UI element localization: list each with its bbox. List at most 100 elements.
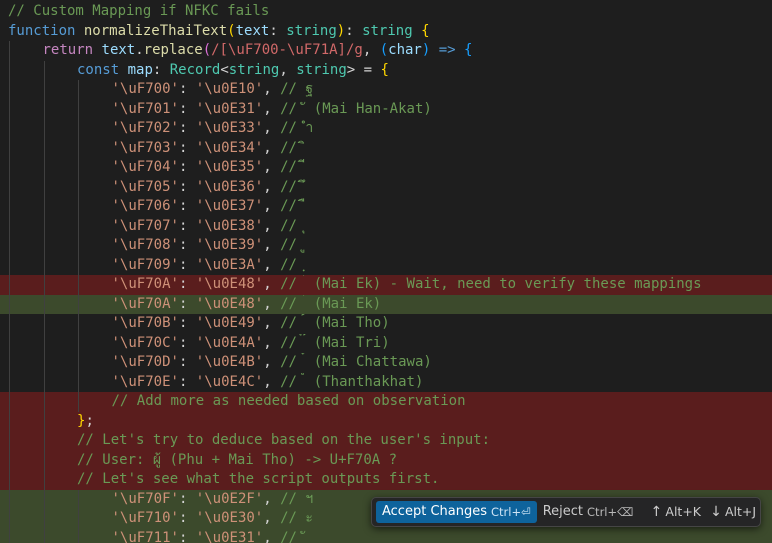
indent-guide: [9, 353, 10, 373]
code-line[interactable]: '\uF701': '\u0E31', // ั (Mai Han-Akat): [0, 99, 772, 120]
code-token: '\uF70D': [111, 354, 179, 370]
next-change-button[interactable]: ↓ Alt+J: [705, 501, 760, 523]
code-line[interactable]: return text.replace(/[\uF700-\uF71A]/g, …: [0, 41, 772, 61]
added-code-line[interactable]: '\uF70A': '\u0E48', // ่ (Mai Ek): [0, 294, 772, 314]
code-text: // Let's see what the script outputs fir…: [77, 470, 439, 490]
code-token: '\u0E37': [195, 198, 264, 214]
code-token: // ู: [280, 237, 306, 253]
previous-change-shortcut: Alt+K: [665, 504, 701, 519]
indent-guide: [43, 450, 45, 470]
code-line[interactable]: '\uF708': '\u0E39', // ู: [0, 236, 772, 256]
previous-change-button[interactable]: ↑ Alt+K: [645, 501, 705, 523]
indent-guide: [43, 333, 45, 353]
code-text: return text.replace(/[\uF700-\uF71A]/g, …: [43, 41, 473, 61]
code-token: '\u0E4B': [195, 354, 264, 370]
code-text: '\uF705': '\u0E36', // ึ: [112, 178, 306, 198]
code-token: ,: [263, 256, 281, 273]
code-token: ,: [362, 42, 380, 58]
removed-code-line[interactable]: '\uF70A': '\u0E48', // ่ (Mai Ek) - Wait…: [0, 275, 772, 295]
code-token: // ุ: [280, 217, 306, 234]
indent-guide: [78, 509, 79, 529]
code-line[interactable]: '\uF702': '\u0E33', // ำ: [0, 119, 772, 139]
code-line[interactable]: '\uF707': '\u0E38', // ุ: [0, 216, 772, 236]
reject-button[interactable]: Reject Ctrl+⌫: [537, 501, 640, 523]
indent-guide: [78, 333, 79, 353]
removed-code-line[interactable]: // Let's try to deduce based on the user…: [0, 431, 772, 451]
code-token: '\uF704': [111, 159, 179, 175]
indent-guide: [43, 99, 45, 119]
indent-guide: [78, 99, 79, 119]
code-token: string: [286, 22, 337, 39]
code-text: '\uF701': '\u0E31', // ั (Mai Han-Akat): [112, 100, 432, 120]
indent-guide: [9, 509, 10, 529]
code-token: ,: [263, 100, 281, 117]
accept-changes-button[interactable]: Accept Changes Ctrl+⏎: [376, 501, 537, 523]
code-line[interactable]: '\uF70D': '\u0E4B', // ๋ (Mai Chattawa): [0, 353, 772, 373]
indent-guide: [9, 314, 10, 334]
code-token: // Custom Mapping if NFKC fails: [8, 3, 270, 19]
code-token: '\u0E33': [195, 120, 264, 136]
code-token: '\u0E31': [195, 100, 264, 117]
code-token: '\u0E34': [195, 139, 264, 156]
code-line[interactable]: '\uF704': '\u0E35', // ี: [0, 158, 772, 178]
code-editor[interactable]: // Custom Mapping if NFKC fails function …: [0, 0, 772, 543]
code-line[interactable]: '\uF70B': '\u0E49', // ้ (Mai Tho): [0, 314, 772, 334]
indent-guide: [78, 353, 79, 373]
indent-guide: [78, 158, 79, 178]
removed-code-line[interactable]: };: [0, 411, 772, 431]
indent-guide: [78, 528, 79, 543]
code-line[interactable]: '\uF703': '\u0E34', // ิ: [0, 138, 772, 158]
removed-code-line[interactable]: // User: ผู้ (Phu + Mai Tho) -> U+F70A ?: [0, 450, 772, 470]
arrow-down-icon: ↓: [710, 504, 722, 520]
code-token: :: [178, 334, 196, 351]
indent-guide: [9, 372, 10, 392]
code-line[interactable]: // Custom Mapping if NFKC fails: [0, 2, 772, 22]
code-line[interactable]: '\uF706': '\u0E37', // ื: [0, 197, 772, 217]
reject-shortcut: Ctrl+⌫: [587, 505, 634, 519]
code-line[interactable]: '\uF700': '\u0E10', // ฐ: [0, 80, 772, 100]
code-token: '\u0E49': [195, 315, 264, 331]
code-token: :: [178, 217, 196, 234]
code-token: '\uF70C': [111, 334, 179, 351]
code-line[interactable]: '\uF705': '\u0E36', // ึ: [0, 177, 772, 198]
code-token: '\uF70F': [111, 490, 179, 507]
indent-guide: [43, 392, 45, 412]
code-token: '\uF70A': [111, 295, 179, 312]
added-code-line[interactable]: '\uF711': '\u0E31', // ั: [0, 528, 772, 543]
indent-guide: [43, 353, 45, 373]
indent-guide: [43, 470, 45, 490]
code-line[interactable]: '\uF70E': '\u0E4C', // ์ (Thanthakhat): [0, 372, 772, 392]
removed-code-line[interactable]: // Let's see what the script outputs fir…: [0, 470, 772, 490]
code-token: {: [380, 61, 389, 78]
indent-guide: [9, 216, 10, 236]
accept-changes-shortcut: Ctrl+⏎: [490, 505, 531, 519]
code-text: '\uF702': '\u0E33', // ำ: [112, 119, 314, 139]
indent-guide: [43, 177, 45, 197]
code-text: function normalizeThaiText(text: string)…: [8, 22, 430, 42]
indent-guide: [43, 236, 45, 256]
code-token: ,: [263, 198, 281, 214]
code-line[interactable]: function normalizeThaiText(text: string)…: [0, 22, 772, 42]
code-token: '\uF706': [111, 198, 179, 214]
indent-guide: [9, 138, 10, 158]
indent-guide: [9, 236, 10, 256]
indent-guide: [43, 294, 45, 314]
code-token: '\uF700': [111, 81, 179, 97]
code-token: ,: [263, 120, 281, 136]
code-line[interactable]: '\uF709': '\u0E3A', // ฺ: [0, 255, 772, 275]
indent-guide: [9, 41, 10, 61]
code-token: :: [178, 315, 196, 331]
code-line[interactable]: '\uF70C': '\u0E4A', // ๊ (Mai Tri): [0, 333, 772, 353]
code-token: // ี: [280, 159, 306, 175]
code-token: :: [178, 490, 196, 507]
code-token: function: [8, 22, 76, 39]
code-token: :: [178, 276, 196, 292]
indent-guide: [9, 275, 10, 295]
indent-guide: [78, 489, 79, 509]
removed-code-line[interactable]: // Add more as needed based on observati…: [0, 392, 772, 412]
code-line[interactable]: const map: Record<string, string> = {: [0, 60, 772, 80]
code-token: '\u0E36': [195, 178, 264, 195]
code-token: // ั (Mai Han-Akat): [280, 100, 432, 117]
code-token: // ำ: [280, 120, 314, 136]
